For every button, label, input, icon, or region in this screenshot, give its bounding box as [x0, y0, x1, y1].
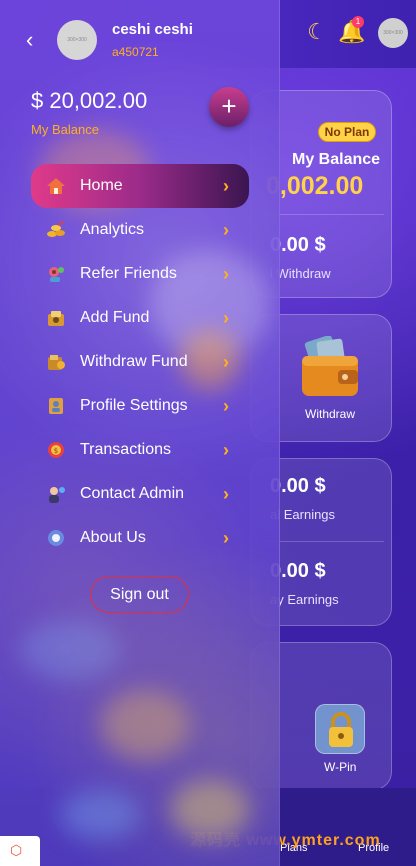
- chevron-right-icon: ›: [223, 307, 229, 328]
- user-id: a450721: [112, 45, 159, 59]
- avatar[interactable]: 300×300: [57, 20, 97, 60]
- menu-item-refer-friends[interactable]: Refer Friends ›: [31, 252, 249, 296]
- notification-badge: 1: [352, 16, 364, 28]
- drawer-menu: Home › Analytics › Refer Friends › Add F…: [31, 164, 249, 560]
- add-fund-button[interactable]: +: [209, 87, 249, 127]
- coins-icon: [45, 219, 67, 241]
- chevron-right-icon: ›: [223, 439, 229, 460]
- about-icon: [45, 527, 67, 549]
- plan-badge: No Plan: [318, 122, 376, 142]
- menu-item-add-fund[interactable]: Add Fund ›: [31, 296, 249, 340]
- chevron-right-icon: ›: [223, 351, 229, 372]
- header-avatar[interactable]: 300×300: [378, 18, 408, 48]
- decor-blob: [170, 780, 250, 840]
- balance-label: My Balance: [31, 122, 99, 137]
- transactions-icon: $: [45, 439, 67, 461]
- contact-admin-icon: [45, 483, 67, 505]
- user-name: ceshi ceshi: [112, 21, 193, 38]
- menu-label: Transactions: [80, 441, 171, 458]
- back-chevron-icon[interactable]: ‹: [26, 28, 46, 52]
- decor-blob: [60, 790, 140, 840]
- menu-item-transactions[interactable]: $ Transactions ›: [31, 428, 249, 472]
- balance-amount: $ 20,002.00: [31, 88, 148, 113]
- chevron-right-icon: ›: [223, 263, 229, 284]
- chevron-right-icon: ›: [223, 175, 229, 196]
- profile-settings-icon: [45, 395, 67, 417]
- menu-item-home[interactable]: Home ›: [31, 164, 249, 208]
- menu-item-analytics[interactable]: Analytics ›: [31, 208, 249, 252]
- menu-label: Refer Friends: [80, 265, 177, 282]
- night-mode-icon[interactable]: ☾: [303, 18, 331, 46]
- earnings-divider: [262, 541, 384, 542]
- svg-text:$: $: [54, 447, 58, 455]
- menu-item-about-us[interactable]: About Us ›: [31, 516, 249, 560]
- today-earnings-label: ay Earnings: [270, 592, 339, 607]
- sign-out-button[interactable]: Sign out: [90, 576, 189, 613]
- chevron-right-icon: ›: [223, 527, 229, 548]
- menu-item-contact-admin[interactable]: Contact Admin ›: [31, 472, 249, 516]
- laravel-logo-icon: ⬡: [0, 836, 40, 866]
- card-balance-amount: 0,002.00: [266, 172, 364, 200]
- menu-label: Add Fund: [80, 309, 150, 326]
- menu-label: Home: [80, 177, 123, 194]
- decor-blob: [20, 620, 120, 680]
- menu-label: About Us: [80, 529, 146, 546]
- withdraw-card-label: Withdraw: [305, 407, 356, 421]
- home-icon: [45, 175, 67, 197]
- card-balance-label: My Balance: [292, 151, 381, 168]
- card-divider: [262, 214, 384, 215]
- decor-blob: [100, 690, 190, 760]
- wallet-icon: [302, 336, 358, 396]
- chevron-right-icon: ›: [223, 219, 229, 240]
- menu-item-profile-settings[interactable]: Profile Settings ›: [31, 384, 249, 428]
- menu-label: Profile Settings: [80, 397, 188, 414]
- add-fund-icon: [45, 307, 67, 329]
- bell-icon[interactable]: 🔔 1: [338, 16, 366, 46]
- menu-label: Analytics: [80, 221, 145, 238]
- menu-label: Contact Admin: [80, 485, 185, 502]
- chevron-right-icon: ›: [223, 483, 229, 504]
- side-drawer: ‹ 300×300 ceshi ceshi a450721 $ 20,002.0…: [0, 0, 280, 866]
- menu-item-withdraw-fund[interactable]: Withdraw Fund ›: [31, 340, 249, 384]
- withdraw-icon: [45, 351, 67, 373]
- menu-label: Withdraw Fund: [80, 353, 188, 370]
- refer-icon: [45, 263, 67, 285]
- chevron-right-icon: ›: [223, 395, 229, 416]
- wpin-label: W-Pin: [324, 760, 357, 774]
- lock-icon: [315, 704, 365, 754]
